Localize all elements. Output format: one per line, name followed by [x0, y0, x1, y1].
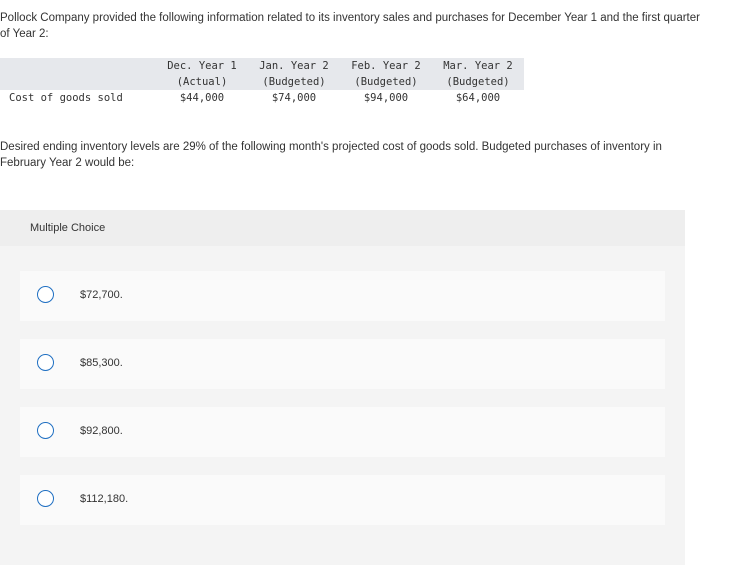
choice-label: $92,800. — [80, 425, 123, 437]
column-header-mar: Mar. Year 2 — [443, 60, 513, 72]
table-header-row-1: Dec. Year 1 Jan. Year 2 Feb. Year 2 Mar.… — [0, 58, 524, 74]
question-intro: Pollock Company provided the following i… — [0, 12, 700, 40]
radio-button-icon[interactable] — [37, 422, 54, 439]
choice-option-d[interactable]: $112,180. — [20, 475, 665, 525]
multiple-choice-header: Multiple Choice — [0, 210, 685, 246]
inventory-table: Dec. Year 1 Jan. Year 2 Feb. Year 2 Mar.… — [0, 58, 524, 107]
radio-button-icon[interactable] — [37, 490, 54, 507]
choice-label: $112,180. — [80, 493, 129, 505]
column-header-jan: Jan. Year 2 — [259, 60, 329, 72]
cell-feb: $94,000 — [363, 92, 409, 104]
choice-label: $85,300. — [80, 357, 123, 369]
cell-jan: $74,000 — [271, 92, 317, 104]
choice-label: $72,700. — [80, 289, 123, 301]
multiple-choice-panel: Multiple Choice $72,700. $85,300. $92,80… — [0, 210, 685, 565]
column-header-feb: Feb. Year 2 — [351, 60, 421, 72]
table-header-empty — [0, 58, 156, 74]
table-header-row-2: (Actual) (Budgeted) (Budgeted) (Budgeted… — [0, 74, 524, 90]
row-label: Cost of goods sold — [9, 92, 123, 104]
table-header-empty — [0, 74, 156, 90]
cell-dec: $44,000 — [179, 92, 225, 104]
radio-button-icon[interactable] — [37, 354, 54, 371]
radio-button-icon[interactable] — [37, 286, 54, 303]
column-subheader-jan: (Budgeted) — [262, 76, 326, 88]
column-header-dec: Dec. Year 1 — [167, 60, 237, 72]
column-subheader-feb: (Budgeted) — [354, 76, 418, 88]
choice-option-a[interactable]: $72,700. — [20, 271, 665, 321]
column-subheader-mar: (Budgeted) — [446, 76, 510, 88]
column-subheader-dec: (Actual) — [176, 76, 228, 88]
cell-mar: $64,000 — [455, 92, 501, 104]
choice-option-c[interactable]: $92,800. — [20, 407, 665, 457]
question-prompt: Desired ending inventory levels are 29% … — [0, 141, 662, 169]
multiple-choice-title: Multiple Choice — [30, 222, 106, 234]
table-row: Cost of goods sold $44,000 $74,000 $94,0… — [0, 90, 524, 107]
choice-option-b[interactable]: $85,300. — [20, 339, 665, 389]
